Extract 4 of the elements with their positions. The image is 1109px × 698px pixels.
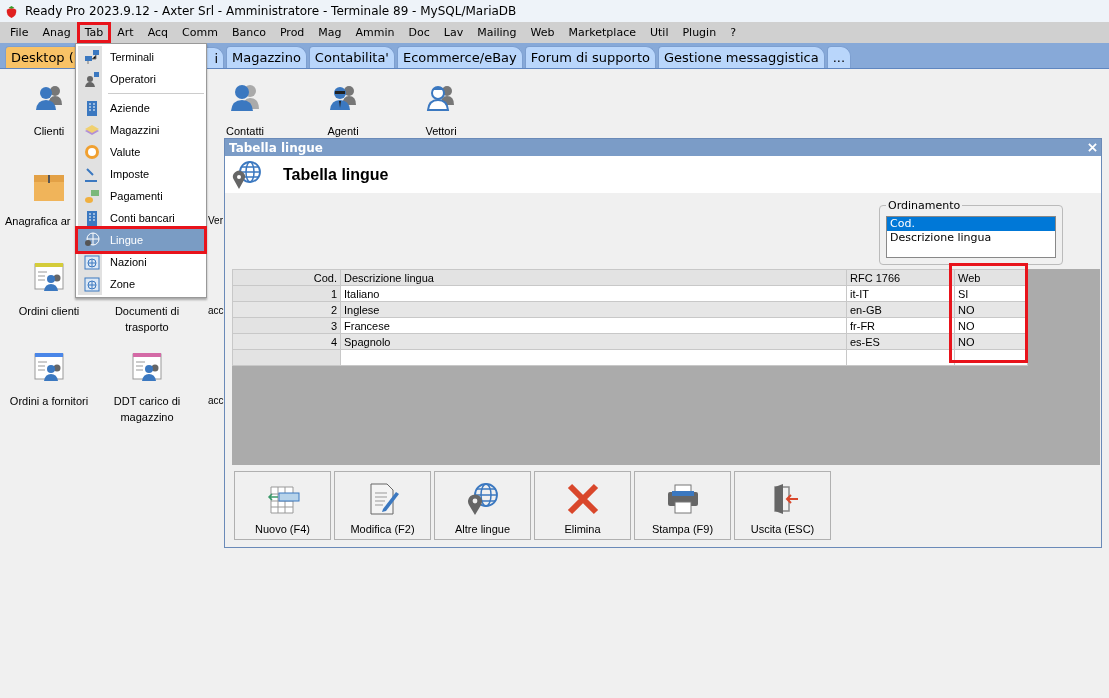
dialog-title: Tabella lingue [229, 140, 323, 155]
dialog-heading: Tabella lingue [283, 165, 389, 184]
window-title: Ready Pro 2023.9.12 - Axter Srl - Amministratore - Terminale 89 - MySQL/MariaDB [25, 4, 517, 18]
group-label: Ordinamento [886, 199, 963, 212]
